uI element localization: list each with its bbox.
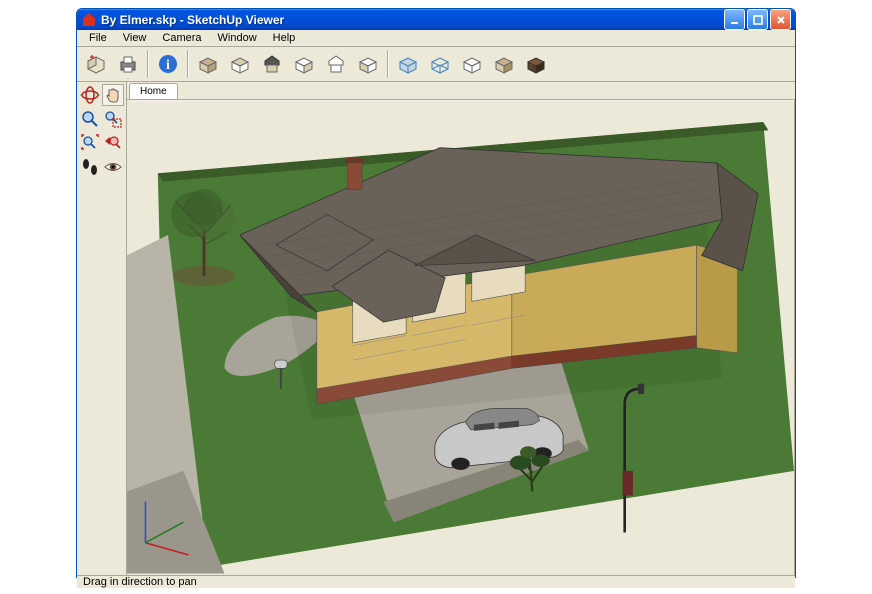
style-shaded-button[interactable] xyxy=(489,49,519,79)
open-button[interactable] xyxy=(81,49,111,79)
view-top-button[interactable] xyxy=(225,49,255,79)
toolbar: i xyxy=(77,47,795,82)
content-area: Home xyxy=(77,82,795,575)
toolbar-separator xyxy=(147,50,149,78)
info-button[interactable]: i xyxy=(153,49,183,79)
style-xray-button[interactable] xyxy=(393,49,423,79)
menu-file[interactable]: File xyxy=(81,30,115,46)
viewport-container: Home xyxy=(127,82,795,575)
toolbar-separator xyxy=(387,50,389,78)
svg-text:i: i xyxy=(166,58,170,73)
style-textured-button[interactable] xyxy=(521,49,551,79)
zoom-window-tool[interactable] xyxy=(103,108,125,130)
style-wireframe-button[interactable] xyxy=(425,49,455,79)
view-left-button[interactable] xyxy=(353,49,383,79)
scene-tabs: Home xyxy=(127,82,795,100)
orbit-tool[interactable] xyxy=(79,84,100,106)
menu-camera[interactable]: Camera xyxy=(154,30,209,46)
titlebar: By Elmer.skp - SketchUp Viewer xyxy=(77,9,795,30)
toolbar-separator xyxy=(187,50,189,78)
window-title: By Elmer.skp - SketchUp Viewer xyxy=(101,13,724,27)
menu-view[interactable]: View xyxy=(115,30,155,46)
statusbar: Drag in direction to pan xyxy=(77,575,795,588)
menubar: File View Camera Window Help xyxy=(77,30,795,47)
maximize-button[interactable] xyxy=(747,9,768,30)
menu-help[interactable]: Help xyxy=(265,30,304,46)
view-front-button[interactable] xyxy=(257,49,287,79)
close-button[interactable] xyxy=(770,9,791,30)
view-right-button[interactable] xyxy=(289,49,319,79)
window-controls xyxy=(724,9,791,30)
style-hidden-button[interactable] xyxy=(457,49,487,79)
minimize-button[interactable] xyxy=(724,9,745,30)
scene-tab-home[interactable]: Home xyxy=(129,83,178,99)
pan-tool[interactable] xyxy=(102,84,124,106)
print-button[interactable] xyxy=(113,49,143,79)
tool-sidebar xyxy=(77,82,127,575)
scene-render xyxy=(127,100,794,575)
viewport-3d[interactable] xyxy=(127,100,795,575)
zoom-extents-tool[interactable] xyxy=(79,132,101,154)
view-iso-button[interactable] xyxy=(193,49,223,79)
app-window: By Elmer.skp - SketchUp Viewer File View… xyxy=(76,8,796,578)
previous-view-tool[interactable] xyxy=(103,132,125,154)
look-around-tool[interactable] xyxy=(103,156,125,178)
app-icon xyxy=(81,12,97,28)
status-hint: Drag in direction to pan xyxy=(83,576,197,588)
view-back-button[interactable] xyxy=(321,49,351,79)
walk-tool[interactable] xyxy=(79,156,101,178)
zoom-tool[interactable] xyxy=(79,108,101,130)
menu-window[interactable]: Window xyxy=(210,30,265,46)
